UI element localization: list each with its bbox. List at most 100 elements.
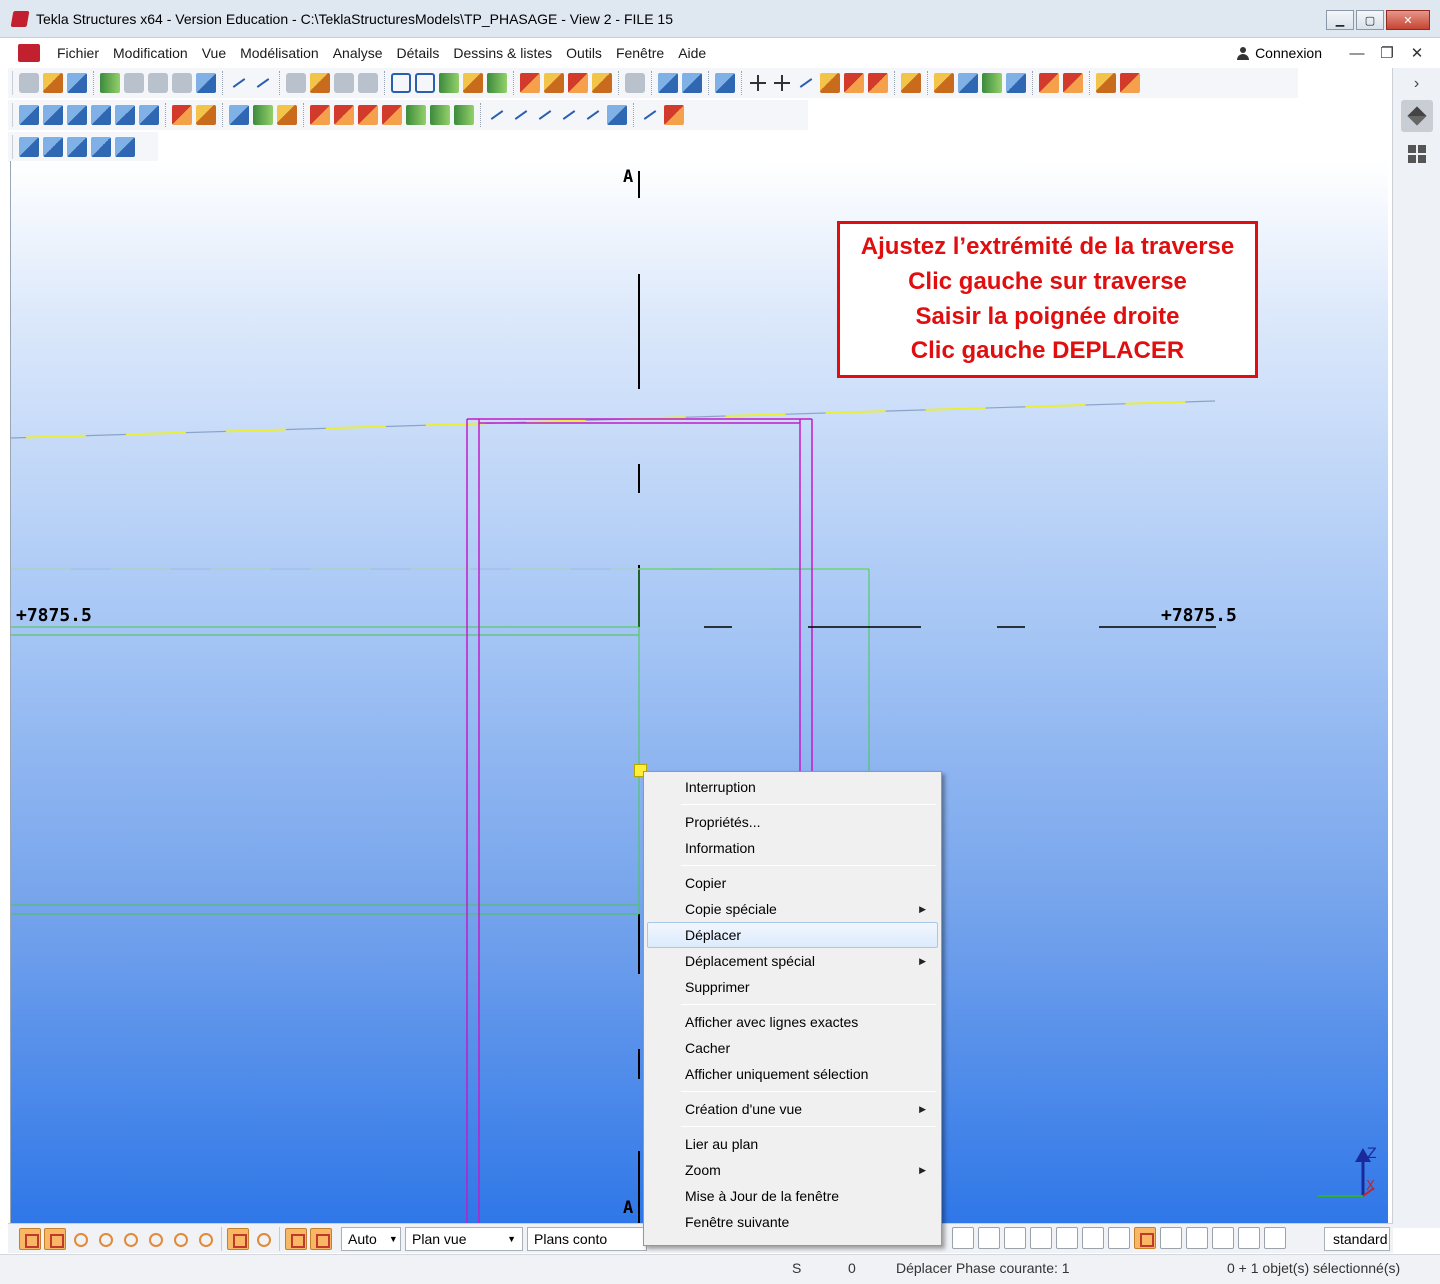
- select-parts-icon[interactable]: [44, 1227, 66, 1250]
- component-alt-icon[interactable]: [682, 73, 702, 93]
- window-icon[interactable]: [391, 73, 411, 93]
- angle-icon[interactable]: [820, 73, 840, 93]
- zoom-out-icon[interactable]: [67, 137, 87, 157]
- menu-item-proprietes[interactable]: Propriétés...: [647, 809, 938, 835]
- fill-icon[interactable]: [625, 73, 645, 93]
- menu-item-copier[interactable]: Copier: [647, 870, 938, 896]
- numbering-icon[interactable]: [958, 73, 978, 93]
- doc-restore-button[interactable]: ❐: [1372, 44, 1402, 62]
- snap-perpendicular-icon[interactable]: [194, 1228, 216, 1250]
- select-icon[interactable]: [487, 73, 507, 93]
- point-ext-icon[interactable]: [511, 105, 531, 125]
- doc-minimize-button[interactable]: —: [1342, 45, 1372, 62]
- select-grids-icon[interactable]: [1082, 1227, 1104, 1249]
- menu-item-afficher-selection[interactable]: Afficher uniquement sélection: [647, 1061, 938, 1087]
- applications-panel-button[interactable]: [1401, 138, 1433, 170]
- plane-select[interactable]: Plan vue ▼: [405, 1226, 523, 1251]
- menu-item-lier-plan[interactable]: Lier au plan: [647, 1131, 938, 1157]
- polybeam-icon[interactable]: [67, 105, 87, 125]
- select-cuts-icon[interactable]: [1030, 1227, 1052, 1249]
- paste-icon[interactable]: [310, 73, 330, 93]
- cut-line-icon[interactable]: [310, 105, 330, 125]
- select-planes-icon[interactable]: [1108, 1227, 1130, 1249]
- zoom-fit-icon[interactable]: [115, 137, 135, 157]
- save-icon[interactable]: [67, 73, 87, 93]
- menu-fichier[interactable]: Fichier: [50, 45, 106, 61]
- slab-icon[interactable]: [277, 105, 297, 125]
- menu-fenetre[interactable]: Fenêtre: [609, 45, 671, 61]
- snap-mid-icon[interactable]: [144, 1228, 166, 1250]
- menu-modelisation[interactable]: Modélisation: [233, 45, 326, 61]
- select-components-icon[interactable]: [952, 1227, 974, 1249]
- menu-item-creation-vue[interactable]: Création d'une vue ▶: [647, 1096, 938, 1122]
- select-assemblies-icon[interactable]: [1186, 1227, 1208, 1249]
- new-icon[interactable]: [19, 73, 39, 93]
- point-square-icon[interactable]: [607, 105, 627, 125]
- column-icon[interactable]: [19, 105, 39, 125]
- beam-icon[interactable]: [43, 105, 63, 125]
- comment-alt-icon[interactable]: [148, 73, 168, 93]
- point-intersect-icon[interactable]: [583, 105, 603, 125]
- window-alt-icon[interactable]: [415, 73, 435, 93]
- point-line-icon[interactable]: [487, 105, 507, 125]
- menu-item-lignes-exactes[interactable]: Afficher avec lignes exactes: [647, 1009, 938, 1035]
- plane-type-select[interactable]: Plans conto: [527, 1226, 647, 1251]
- concrete-icon[interactable]: [229, 105, 249, 125]
- folder-icon[interactable]: [1096, 73, 1116, 93]
- menu-item-cacher[interactable]: Cacher: [647, 1035, 938, 1061]
- open-icon[interactable]: [43, 73, 63, 93]
- select-all-icon[interactable]: [19, 1227, 41, 1250]
- menu-modification[interactable]: Modification: [106, 45, 195, 61]
- snap-any-icon[interactable]: [227, 1227, 249, 1250]
- doc-close-button[interactable]: ✕: [1402, 44, 1432, 62]
- zoom-in-icon[interactable]: [43, 137, 63, 157]
- menu-dessins-listes[interactable]: Dessins & listes: [446, 45, 559, 61]
- twin-profile-icon[interactable]: [115, 105, 135, 125]
- inquire-icon[interactable]: [901, 73, 921, 93]
- part-icon[interactable]: [520, 73, 540, 93]
- dimension-alt-icon[interactable]: [772, 73, 792, 93]
- bolt-group-icon[interactable]: [172, 105, 192, 125]
- snap-center-icon[interactable]: [119, 1228, 141, 1250]
- share-icon[interactable]: [100, 73, 120, 93]
- fitting-icon[interactable]: [382, 105, 402, 125]
- clash-icon[interactable]: [934, 73, 954, 93]
- zoom-previous-icon[interactable]: [91, 137, 111, 157]
- chamfer-icon[interactable]: [406, 105, 426, 125]
- settings-icon[interactable]: [1120, 73, 1140, 93]
- snap-point-icon[interactable]: [69, 1228, 91, 1250]
- expand-panel-button[interactable]: ›: [1401, 68, 1433, 100]
- undo-icon[interactable]: [229, 73, 249, 93]
- point-plane-icon[interactable]: [559, 105, 579, 125]
- cut-part-icon[interactable]: [358, 105, 378, 125]
- selection-filter-select[interactable]: standard: [1324, 1227, 1390, 1251]
- select-groups-icon[interactable]: [1238, 1227, 1260, 1249]
- plate-icon[interactable]: [139, 105, 159, 125]
- menu-analyse[interactable]: Analyse: [326, 45, 390, 61]
- help-icon[interactable]: [715, 73, 735, 93]
- bolt-icon[interactable]: [568, 73, 588, 93]
- dimension-icon[interactable]: [748, 73, 768, 93]
- properties-panel-button[interactable]: [1400, 100, 1433, 132]
- menu-item-zoom[interactable]: Zoom ▶: [647, 1157, 938, 1183]
- document-icon[interactable]: [358, 73, 378, 93]
- menu-vue[interactable]: Vue: [195, 45, 233, 61]
- snap-intersection-icon[interactable]: [169, 1228, 191, 1250]
- menu-item-copie-speciale[interactable]: Copie spéciale ▶: [647, 896, 938, 922]
- cut-polygon-icon[interactable]: [334, 105, 354, 125]
- menu-item-mise-a-jour[interactable]: Mise à Jour de la fenêtre: [647, 1183, 938, 1209]
- weld-add-icon[interactable]: [196, 105, 216, 125]
- component-icon[interactable]: [658, 73, 678, 93]
- menu-outils[interactable]: Outils: [559, 45, 609, 61]
- report-icon[interactable]: [982, 73, 1002, 93]
- snap-end-icon[interactable]: [94, 1228, 116, 1250]
- curved-beam-icon[interactable]: [91, 105, 111, 125]
- point-arc-icon[interactable]: [640, 105, 660, 125]
- menu-details[interactable]: Détails: [390, 45, 447, 61]
- layers-icon[interactable]: [439, 73, 459, 93]
- menu-item-interruption[interactable]: Interruption: [647, 774, 938, 800]
- assembly-icon[interactable]: [544, 73, 564, 93]
- select-welds-icon[interactable]: [1004, 1227, 1026, 1249]
- select-objects-icon[interactable]: [1212, 1227, 1234, 1249]
- tekla-logo-icon[interactable]: [18, 44, 40, 62]
